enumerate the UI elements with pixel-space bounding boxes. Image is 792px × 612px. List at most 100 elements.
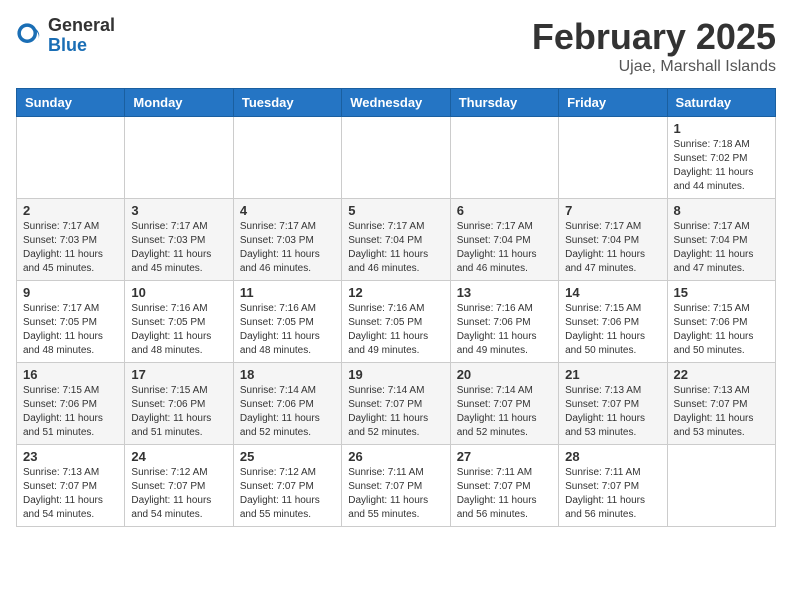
day-number: 7 [565,203,660,218]
day-number: 10 [131,285,226,300]
calendar-day-24: 24 Sunrise: 7:12 AM Sunset: 7:07 PM Dayli… [125,445,233,527]
calendar-day-19: 19 Sunrise: 7:14 AM Sunset: 7:07 PM Dayli… [342,363,450,445]
calendar-empty-cell [233,117,341,199]
day-info: Sunrise: 7:16 AM Sunset: 7:05 PM Dayligh… [240,302,335,358]
day-number: 16 [23,367,118,382]
day-number: 2 [23,203,118,218]
day-number: 23 [23,449,118,464]
day-info: Sunrise: 7:15 AM Sunset: 7:06 PM Dayligh… [674,302,769,358]
day-info: Sunrise: 7:16 AM Sunset: 7:05 PM Dayligh… [348,302,443,358]
day-info: Sunrise: 7:12 AM Sunset: 7:07 PM Dayligh… [240,466,335,522]
calendar-day-27: 27 Sunrise: 7:11 AM Sunset: 7:07 PM Dayli… [450,445,558,527]
day-number: 11 [240,285,335,300]
calendar-header-friday: Friday [559,89,667,117]
day-info: Sunrise: 7:15 AM Sunset: 7:06 PM Dayligh… [23,384,118,440]
day-number: 17 [131,367,226,382]
day-number: 27 [457,449,552,464]
calendar-day-5: 5Sunrise: 7:17 AM Sunset: 7:04 PM Daylig… [342,199,450,281]
day-info: Sunrise: 7:14 AM Sunset: 7:06 PM Dayligh… [240,384,335,440]
calendar-day-18: 18 Sunrise: 7:14 AM Sunset: 7:06 PM Dayli… [233,363,341,445]
calendar-day-12: 12 Sunrise: 7:16 AM Sunset: 7:05 PM Dayli… [342,281,450,363]
calendar-day-11: 11 Sunrise: 7:16 AM Sunset: 7:05 PM Dayli… [233,281,341,363]
page-header: General Blue February 2025 Ujae, Marshal… [16,16,776,76]
calendar-day-26: 26Sunrise: 7:11 AM Sunset: 7:07 PM Dayli… [342,445,450,527]
day-number: 9 [23,285,118,300]
calendar-day-21: 21Sunrise: 7:13 AM Sunset: 7:07 PM Dayli… [559,363,667,445]
day-number: 3 [131,203,226,218]
day-info: Sunrise: 7:12 AM Sunset: 7:07 PM Dayligh… [131,466,226,522]
calendar-week-row: 1 Sunrise: 7:18 AM Sunset: 7:02 PM Daylig… [17,117,776,199]
day-info: Sunrise: 7:13 AM Sunset: 7:07 PM Dayligh… [674,384,769,440]
day-number: 8 [674,203,769,218]
calendar-day-13: 13 Sunrise: 7:16 AM Sunset: 7:06 PM Dayli… [450,281,558,363]
calendar-day-10: 10Sunrise: 7:16 AM Sunset: 7:05 PM Dayli… [125,281,233,363]
calendar-header-wednesday: Wednesday [342,89,450,117]
calendar-day-3: 3 Sunrise: 7:17 AM Sunset: 7:03 PM Daylig… [125,199,233,281]
month-title: February 2025 [532,16,776,58]
calendar-empty-cell [450,117,558,199]
calendar-week-row: 16 Sunrise: 7:15 AM Sunset: 7:06 PM Dayli… [17,363,776,445]
logo-blue-text: Blue [48,36,115,56]
calendar-day-22: 22Sunrise: 7:13 AM Sunset: 7:07 PM Dayli… [667,363,775,445]
day-info: Sunrise: 7:18 AM Sunset: 7:02 PM Dayligh… [674,138,769,194]
calendar-day-23: 23Sunrise: 7:13 AM Sunset: 7:07 PM Dayli… [17,445,125,527]
day-number: 19 [348,367,443,382]
calendar-table: SundayMondayTuesdayWednesdayThursdayFrid… [16,88,776,527]
calendar-day-28: 28 Sunrise: 7:11 AM Sunset: 7:07 PM Dayli… [559,445,667,527]
calendar-day-4: 4 Sunrise: 7:17 AM Sunset: 7:03 PM Daylig… [233,199,341,281]
calendar-day-6: 6 Sunrise: 7:17 AM Sunset: 7:04 PM Daylig… [450,199,558,281]
day-info: Sunrise: 7:15 AM Sunset: 7:06 PM Dayligh… [131,384,226,440]
day-number: 24 [131,449,226,464]
day-number: 21 [565,367,660,382]
day-info: Sunrise: 7:17 AM Sunset: 7:03 PM Dayligh… [131,220,226,276]
day-number: 14 [565,285,660,300]
calendar-week-row: 9 Sunrise: 7:17 AM Sunset: 7:05 PM Daylig… [17,281,776,363]
calendar-day-9: 9 Sunrise: 7:17 AM Sunset: 7:05 PM Daylig… [17,281,125,363]
day-info: Sunrise: 7:17 AM Sunset: 7:04 PM Dayligh… [674,220,769,276]
calendar-empty-cell [125,117,233,199]
day-info: Sunrise: 7:15 AM Sunset: 7:06 PM Dayligh… [565,302,660,358]
day-info: Sunrise: 7:17 AM Sunset: 7:05 PM Dayligh… [23,302,118,358]
calendar-header-saturday: Saturday [667,89,775,117]
day-info: Sunrise: 7:17 AM Sunset: 7:04 PM Dayligh… [348,220,443,276]
day-info: Sunrise: 7:17 AM Sunset: 7:04 PM Dayligh… [457,220,552,276]
day-info: Sunrise: 7:11 AM Sunset: 7:07 PM Dayligh… [565,466,660,522]
calendar-empty-cell [342,117,450,199]
day-number: 25 [240,449,335,464]
day-number: 28 [565,449,660,464]
logo-icon [16,22,44,50]
day-number: 15 [674,285,769,300]
calendar-week-row: 23Sunrise: 7:13 AM Sunset: 7:07 PM Dayli… [17,445,776,527]
calendar-header-monday: Monday [125,89,233,117]
day-number: 13 [457,285,552,300]
logo-general-text: General [48,16,115,36]
calendar-header-tuesday: Tuesday [233,89,341,117]
calendar-day-2: 2 Sunrise: 7:17 AM Sunset: 7:03 PM Daylig… [17,199,125,281]
calendar-day-16: 16 Sunrise: 7:15 AM Sunset: 7:06 PM Dayli… [17,363,125,445]
day-info: Sunrise: 7:11 AM Sunset: 7:07 PM Dayligh… [457,466,552,522]
day-number: 26 [348,449,443,464]
calendar-day-20: 20 Sunrise: 7:14 AM Sunset: 7:07 PM Dayli… [450,363,558,445]
calendar-day-1: 1 Sunrise: 7:18 AM Sunset: 7:02 PM Daylig… [667,117,775,199]
day-number: 20 [457,367,552,382]
day-info: Sunrise: 7:16 AM Sunset: 7:06 PM Dayligh… [457,302,552,358]
calendar-day-17: 17 Sunrise: 7:15 AM Sunset: 7:06 PM Dayli… [125,363,233,445]
day-info: Sunrise: 7:14 AM Sunset: 7:07 PM Dayligh… [348,384,443,440]
calendar-day-7: 7 Sunrise: 7:17 AM Sunset: 7:04 PM Daylig… [559,199,667,281]
title-block: February 2025 Ujae, Marshall Islands [532,16,776,76]
day-number: 4 [240,203,335,218]
day-info: Sunrise: 7:17 AM Sunset: 7:03 PM Dayligh… [23,220,118,276]
day-info: Sunrise: 7:17 AM Sunset: 7:03 PM Dayligh… [240,220,335,276]
day-number: 1 [674,121,769,136]
calendar-day-8: 8 Sunrise: 7:17 AM Sunset: 7:04 PM Daylig… [667,199,775,281]
calendar-empty-cell [17,117,125,199]
day-number: 12 [348,285,443,300]
day-number: 6 [457,203,552,218]
day-info: Sunrise: 7:17 AM Sunset: 7:04 PM Dayligh… [565,220,660,276]
logo: General Blue [16,16,115,56]
calendar-header-row: SundayMondayTuesdayWednesdayThursdayFrid… [17,89,776,117]
day-info: Sunrise: 7:14 AM Sunset: 7:07 PM Dayligh… [457,384,552,440]
day-number: 18 [240,367,335,382]
calendar-header-sunday: Sunday [17,89,125,117]
calendar-day-15: 15 Sunrise: 7:15 AM Sunset: 7:06 PM Dayli… [667,281,775,363]
